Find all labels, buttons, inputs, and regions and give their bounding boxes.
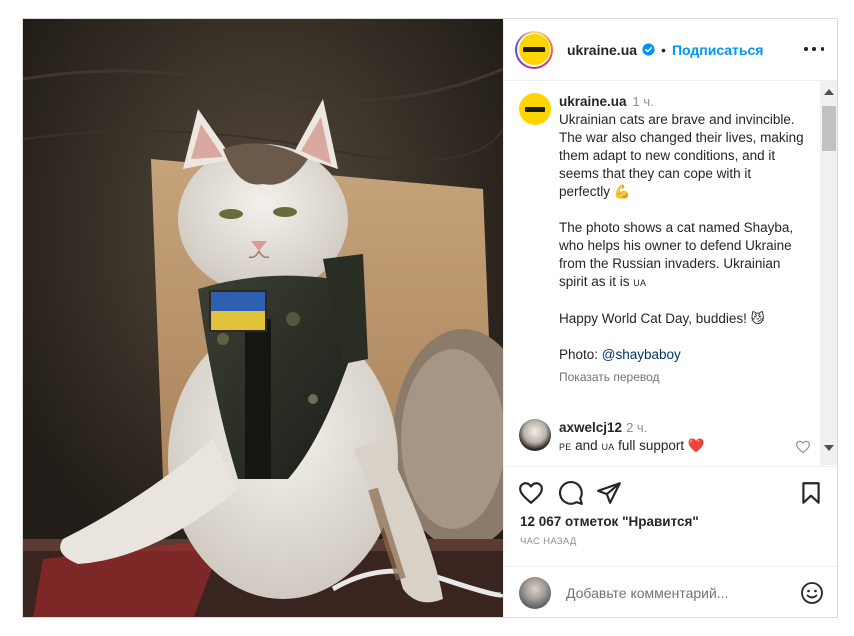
post-header: ukraine.ua • Подписаться — [504, 19, 837, 81]
caption-paragraph-2: The photo shows a cat named Shayba, who … — [559, 220, 794, 289]
post-timestamp: ЧАС НАЗАД — [520, 536, 577, 547]
add-comment-bar — [504, 566, 837, 617]
follow-button[interactable]: Подписаться — [672, 42, 764, 58]
heart-outline-icon[interactable] — [518, 480, 544, 506]
commenter-avatar[interactable] — [519, 419, 551, 451]
comment-body: axwelcj12 2 ч. PE and UA full support ❤️ — [559, 419, 799, 456]
ukraine-logo — [518, 34, 550, 65]
scroll-up-arrow-icon[interactable] — [824, 89, 834, 95]
smiley-icon[interactable] — [800, 581, 824, 605]
comment-bubble-icon[interactable] — [558, 480, 584, 506]
scroll-down-arrow-icon[interactable] — [824, 445, 834, 451]
comment-input[interactable] — [564, 583, 788, 602]
ua-flag-icon: UA — [633, 278, 647, 288]
account-username[interactable]: ukraine.ua — [567, 42, 637, 58]
comments-scroll-area[interactable]: ukraine.ua 1 ч. Ukrainian cats are brave … — [504, 81, 837, 465]
post-photo[interactable] — [23, 19, 503, 617]
caption-paragraph-3: Happy World Cat Day, buddies! — [559, 311, 747, 326]
cat-emoji-icon: 😼 — [750, 311, 765, 326]
header-separator: • — [661, 41, 666, 58]
current-user-avatar — [519, 576, 551, 609]
show-translation-link[interactable]: Показать перевод — [559, 368, 804, 386]
caption-username[interactable]: ukraine.ua — [559, 94, 627, 109]
comment-like-heart-icon[interactable] — [795, 440, 811, 454]
likes-count[interactable]: 12 067 отметок "Нравится" — [520, 514, 699, 529]
more-options-ellipsis-icon[interactable] — [804, 41, 824, 57]
muscle-emoji-icon: 💪 — [613, 184, 631, 199]
comment-time: 2 ч. — [626, 420, 648, 435]
photo-credit-label: Photo: — [559, 347, 602, 362]
caption-avatar[interactable] — [519, 93, 551, 125]
vertical-scrollbar[interactable] — [820, 81, 837, 465]
caption-paragraph-1: Ukrainian cats are brave and invincible.… — [559, 112, 804, 199]
vertical-scroll-thumb[interactable] — [822, 106, 836, 151]
paper-plane-icon[interactable] — [596, 480, 622, 506]
caption-time: 1 ч. — [632, 94, 654, 109]
pe-flag-icon: PE — [559, 442, 572, 452]
post-side-panel: ukraine.ua • Подписаться ukraine.ua 1 ч. — [503, 19, 837, 617]
caption-body: ukraine.ua 1 ч. Ukrainian cats are brave … — [559, 93, 804, 386]
post-actions: 12 067 отметок "Нравится" ЧАС НАЗАД — [504, 466, 837, 567]
comment-text-and: and — [571, 438, 602, 453]
red-heart-emoji-icon: ❤️ — [687, 438, 705, 453]
post-card: ukraine.ua • Подписаться ukraine.ua 1 ч. — [22, 18, 838, 618]
verified-badge-icon — [642, 43, 655, 56]
bookmark-icon[interactable] — [798, 480, 824, 506]
commenter-username[interactable]: axwelcj12 — [559, 420, 622, 435]
comment-text: full support — [614, 438, 688, 453]
photo-credit-mention[interactable]: @shaybaboy — [602, 347, 681, 362]
ua-flag-icon: UA — [601, 442, 615, 452]
account-avatar[interactable] — [515, 30, 553, 69]
cat-photo-illustration — [23, 19, 503, 617]
